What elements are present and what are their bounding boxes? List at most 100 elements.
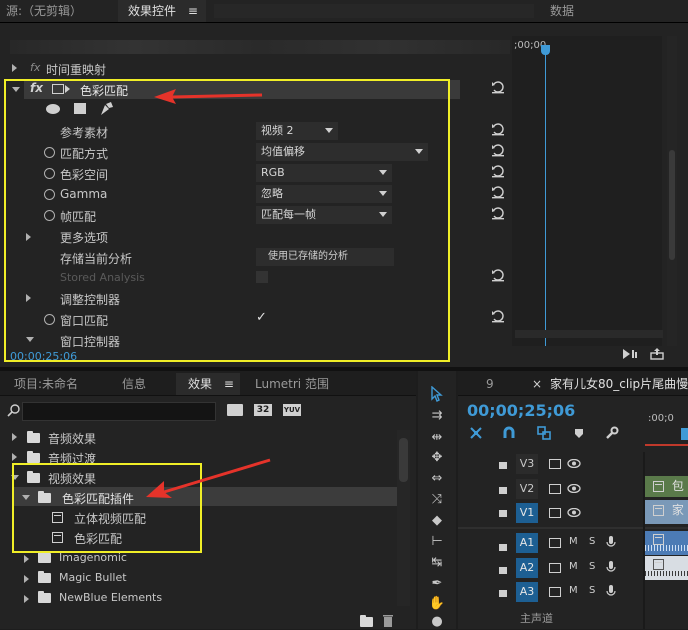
expand-magic-bullet-icon[interactable] <box>24 575 29 583</box>
effect-reset-icon[interactable] <box>491 80 505 94</box>
lock-icon[interactable] <box>499 487 507 494</box>
solo-icon[interactable]: S <box>589 561 595 572</box>
toggle-sync-icon[interactable] <box>549 587 561 597</box>
expand-audio-transitions-icon[interactable] <box>12 453 17 461</box>
mute-icon[interactable]: M <box>569 536 578 547</box>
timeline-timecode[interactable]: 00;00;25;06 <box>467 401 575 420</box>
mute-icon[interactable]: M <box>569 585 578 596</box>
add-marker-icon[interactable] <box>574 428 584 439</box>
timeline-playhead-handle[interactable] <box>681 428 688 440</box>
tab-effects[interactable]: 效果 ≡ <box>176 373 240 395</box>
clip-a1[interactable] <box>645 531 688 555</box>
tab-effect-controls[interactable]: 效果控件 ≡ <box>118 0 206 22</box>
effects-search-input[interactable] <box>22 402 216 421</box>
tab-lumetri-scopes[interactable]: Lumetri 范围 <box>255 373 329 395</box>
reset-frame-match-icon[interactable] <box>491 206 505 220</box>
microphone-icon[interactable] <box>606 560 616 574</box>
microphone-icon[interactable] <box>606 535 616 549</box>
pen-tool-icon[interactable]: ✒ <box>428 576 446 592</box>
track-header-separator[interactable] <box>643 452 645 629</box>
reset-color-space-icon[interactable] <box>491 164 505 178</box>
selection-tool-icon[interactable] <box>431 386 443 402</box>
lock-icon[interactable] <box>499 567 507 574</box>
microphone-icon[interactable] <box>606 584 616 598</box>
solo-icon[interactable]: S <box>589 536 595 547</box>
lock-icon[interactable] <box>499 544 507 551</box>
zoom-tool-icon[interactable]: ● <box>428 614 446 630</box>
tab-project-label: 项目:未命名 <box>14 377 79 391</box>
track-a3-label[interactable]: A3 <box>516 582 538 602</box>
tab-metadata[interactable]: 数据 <box>550 0 574 22</box>
expand-imagenomic-icon[interactable] <box>24 555 29 563</box>
toggle-sync-icon[interactable] <box>549 484 561 494</box>
badge-yuv-icon[interactable]: YUV <box>283 404 301 416</box>
razor-blade-icon[interactable]: ◆ <box>428 513 446 529</box>
eye-icon[interactable] <box>567 459 581 468</box>
expand-time-remap-icon[interactable] <box>12 64 17 72</box>
reset-match-method-icon[interactable] <box>491 143 505 157</box>
tab-source[interactable]: 源:（无剪辑） <box>6 0 116 22</box>
ec-scroll-thumb[interactable] <box>669 150 675 260</box>
ripple-edit-tool-icon[interactable]: ⇹ <box>428 430 446 446</box>
timeline-sequence-name[interactable]: 家有儿女80_clip片尾曲慢节 <box>550 373 688 395</box>
solo-icon[interactable]: S <box>589 585 595 596</box>
lock-icon[interactable] <box>499 462 507 469</box>
track-v3-label[interactable]: V3 <box>516 454 538 474</box>
effects-scroll-thumb[interactable] <box>399 438 408 482</box>
toggle-sync-icon[interactable] <box>549 538 561 548</box>
reset-window-match-icon[interactable] <box>491 309 505 323</box>
clip-v1[interactable]: 家 <box>645 500 688 524</box>
toggle-sync-icon[interactable] <box>549 459 561 469</box>
mute-icon[interactable]: M <box>569 561 578 572</box>
tree-magic-bullet[interactable]: Magic Bullet <box>59 571 127 584</box>
rate-stretch-tool-icon[interactable]: ⇔ <box>428 471 446 487</box>
track-v1-label[interactable]: V1 <box>516 503 538 523</box>
nest-toggle-icon[interactable] <box>469 426 483 440</box>
wrench-settings-icon[interactable] <box>605 426 619 440</box>
eye-icon[interactable] <box>567 508 581 517</box>
ec-scrollbar-bottom[interactable] <box>515 330 663 338</box>
track-a2-label[interactable]: A2 <box>516 558 538 578</box>
reset-reference-icon[interactable] <box>491 122 505 136</box>
eye-icon[interactable] <box>567 484 581 493</box>
ec-playhead[interactable] <box>545 46 546 346</box>
delete-icon[interactable] <box>382 614 394 627</box>
toggle-sync-icon[interactable] <box>549 508 561 518</box>
tree-audio-effects[interactable]: 音频效果 <box>48 430 96 447</box>
badge-32-bit-icon[interactable]: 32 <box>254 404 272 416</box>
razor-tool-icon[interactable]: ⤨ <box>428 492 446 508</box>
expand-audio-effects-icon[interactable] <box>12 433 17 441</box>
tab-project[interactable]: 项目:未命名 <box>14 373 78 395</box>
new-bin-icon[interactable] <box>360 615 373 627</box>
timeline-close-icon[interactable]: × <box>532 373 542 395</box>
master-track-label[interactable]: 主声道 <box>520 610 553 626</box>
accelerated-effects-icon[interactable] <box>227 404 243 416</box>
linked-selection-icon[interactable] <box>537 426 551 440</box>
ec-playhead-handle[interactable] <box>541 45 550 55</box>
play-only-audio-icon[interactable] <box>622 348 638 360</box>
tab-info[interactable]: 信息 <box>122 373 146 395</box>
clip-v2[interactable]: 包 <box>645 476 688 497</box>
track-v2-label[interactable]: V2 <box>516 479 538 499</box>
slide-tool-icon[interactable]: ↹ <box>428 555 446 571</box>
expand-newblue-icon[interactable] <box>24 595 29 603</box>
hand-tool-icon[interactable]: ✋ <box>428 596 446 612</box>
clip-a2[interactable] <box>645 556 688 580</box>
tree-newblue[interactable]: NewBlue Elements <box>59 591 162 604</box>
timeline-tab-number[interactable]: 9 <box>486 373 494 395</box>
export-icon[interactable] <box>650 347 664 360</box>
slip-tool-icon[interactable]: ⊢ <box>428 534 446 550</box>
toggle-sync-icon[interactable] <box>549 563 561 573</box>
reset-stored-analysis-icon[interactable] <box>491 268 505 282</box>
lock-icon[interactable] <box>499 590 507 597</box>
video-audio-divider <box>458 527 688 529</box>
track-select-tool-icon[interactable]: ⇉ <box>428 408 446 424</box>
snap-magnet-icon[interactable] <box>502 426 516 440</box>
panel-menu-icon[interactable]: ≡ <box>188 4 198 18</box>
track-a1-label[interactable]: A1 <box>516 533 538 553</box>
folder-icon <box>27 451 40 463</box>
rolling-edit-tool-icon[interactable]: ✥ <box>428 450 446 466</box>
lock-icon[interactable] <box>499 510 507 517</box>
effects-panel-menu-icon[interactable]: ≡ <box>224 377 234 391</box>
reset-gamma-icon[interactable] <box>491 185 505 199</box>
